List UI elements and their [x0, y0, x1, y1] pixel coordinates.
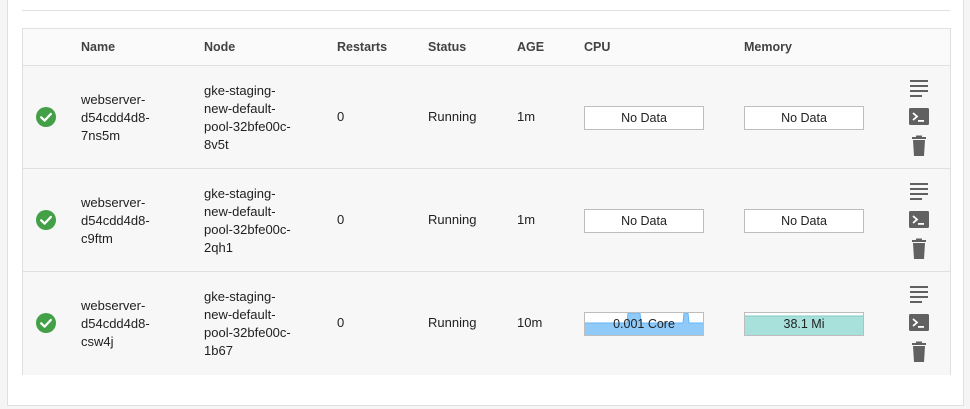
restarts-value: 0	[337, 212, 345, 227]
cpu-usage-sparkline: 0.001 Core	[584, 312, 704, 336]
table-row: webserver- d54cdd4d8- 7ns5m gke-staging-…	[23, 66, 950, 169]
column-header-node[interactable]: Node	[204, 40, 235, 54]
delete-icon[interactable]	[908, 238, 930, 260]
node-name-link[interactable]: gke-staging- new-default- pool-32bfe00c-…	[204, 288, 291, 360]
logs-icon[interactable]	[908, 180, 930, 202]
column-header-status[interactable]: Status	[428, 40, 466, 54]
terminal-icon[interactable]	[908, 209, 930, 231]
cpu-usage-value: 0.001 Core	[613, 317, 675, 331]
pod-name-link[interactable]: webserver- d54cdd4d8- csw4j	[81, 297, 150, 351]
table-row: webserver- d54cdd4d8- csw4j gke-staging-…	[23, 272, 950, 375]
column-header-memory: Memory	[744, 40, 792, 54]
node-name-link[interactable]: gke-staging- new-default- pool-32bfe00c-…	[204, 82, 291, 154]
restarts-value: 0	[337, 315, 345, 330]
cpu-usage: No Data	[584, 209, 704, 233]
column-header-cpu: CPU	[584, 40, 611, 54]
pod-name-link[interactable]: webserver- d54cdd4d8- 7ns5m	[81, 91, 150, 145]
node-name-link[interactable]: gke-staging- new-default- pool-32bfe00c-…	[204, 185, 291, 257]
column-header-age[interactable]: AGE	[517, 40, 544, 54]
table-row: webserver- d54cdd4d8- c9ftm gke-staging-…	[23, 169, 950, 272]
delete-icon[interactable]	[908, 135, 930, 157]
memory-usage-value: 38.1 Mi	[783, 317, 825, 331]
status-value: Running	[428, 315, 477, 330]
column-header-restarts[interactable]: Restarts	[337, 40, 387, 54]
table-header: Name Node Restarts Status AGE CPU Memory	[23, 29, 950, 66]
memory-usage: No Data	[744, 209, 864, 233]
status-value: Running	[428, 109, 477, 124]
divider	[22, 10, 950, 11]
delete-icon[interactable]	[908, 341, 930, 363]
pod-name-link[interactable]: webserver- d54cdd4d8- c9ftm	[81, 194, 150, 248]
memory-usage: No Data	[744, 106, 864, 130]
cpu-usage: No Data	[584, 106, 704, 130]
pods-table: Name Node Restarts Status AGE CPU Memory…	[22, 28, 951, 375]
check-circle-icon	[36, 210, 56, 230]
check-circle-icon	[36, 107, 56, 127]
age-value: 1m	[517, 109, 536, 124]
age-value: 10m	[517, 315, 543, 330]
status-value: Running	[428, 212, 477, 227]
terminal-icon[interactable]	[908, 312, 930, 334]
logs-icon[interactable]	[908, 77, 930, 99]
terminal-icon[interactable]	[908, 106, 930, 128]
age-value: 1m	[517, 212, 536, 227]
column-header-name[interactable]: Name	[81, 40, 115, 54]
restarts-value: 0	[337, 109, 345, 124]
check-circle-icon	[36, 313, 56, 333]
logs-icon[interactable]	[908, 283, 930, 305]
memory-usage-sparkline: 38.1 Mi	[744, 312, 864, 336]
